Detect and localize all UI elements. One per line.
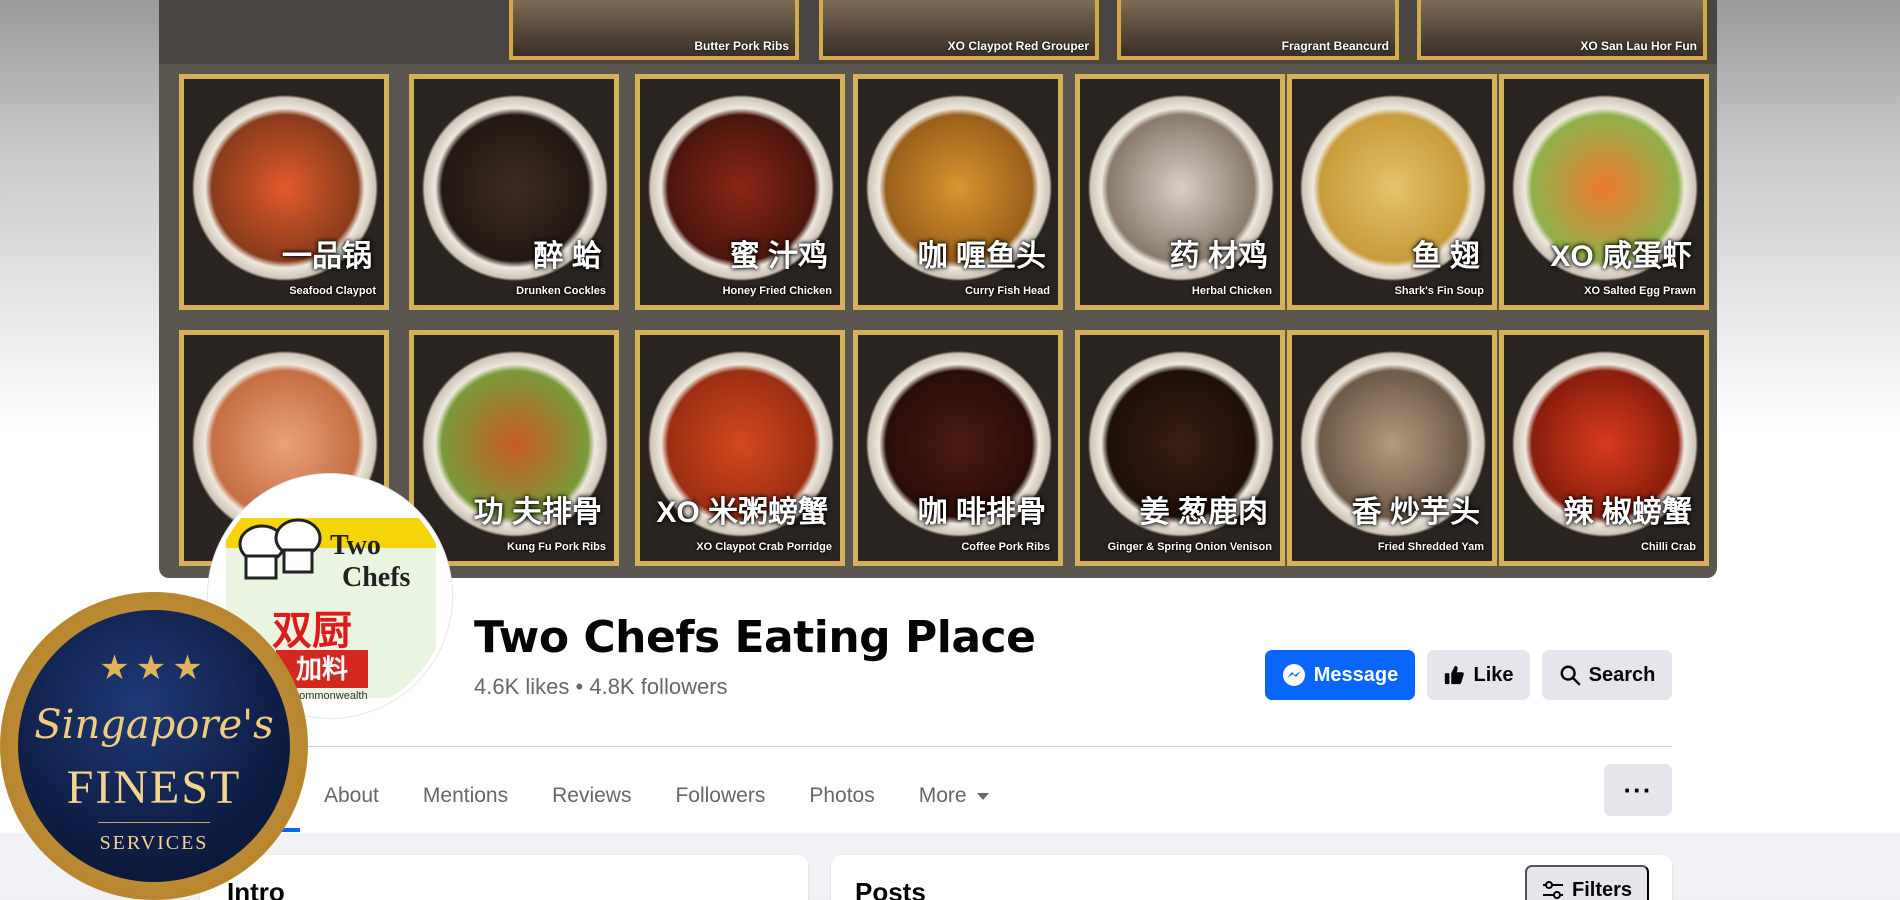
page-title: Two Chefs Eating Place <box>474 612 1036 663</box>
tab-followers[interactable]: Followers <box>653 760 787 832</box>
menu-strip-tile: Butter Pork Ribs <box>509 0 799 60</box>
dish-english-name: XO Claypot Crab Porridge <box>696 541 832 553</box>
stats-separator: • <box>575 674 584 699</box>
page-stats: 4.6K likes • 4.8K followers <box>474 674 728 700</box>
menu-strip-tile: Fragrant Beancurd <box>1117 0 1399 60</box>
chef-hat-icon <box>238 518 322 580</box>
message-button-label: Message <box>1313 663 1399 686</box>
thumbs-up-icon <box>1445 665 1465 685</box>
like-button-label: Like <box>1473 663 1514 686</box>
dish-tile: XO 咸蛋虾 XO Salted Egg Prawn <box>1499 74 1709 310</box>
dish-english-name: Coffee Pork Ribs <box>961 541 1050 553</box>
filters-label: Filters <box>1571 878 1633 900</box>
dish-tile: 功 夫排骨 Kung Fu Pork Ribs <box>409 330 619 566</box>
dish-english-name: Kung Fu Pork Ribs <box>507 541 606 553</box>
header-divider <box>300 746 1672 747</box>
dish-english-name: Honey Fried Chicken <box>722 285 832 297</box>
dish-tile: XO 米粥螃蟹 XO Claypot Crab Porridge <box>635 330 845 566</box>
tab-mentions[interactable]: Mentions <box>401 760 530 832</box>
dish-tile: 咖 啡排骨 Coffee Pork Ribs <box>853 330 1063 566</box>
search-button[interactable]: Search <box>1542 650 1672 700</box>
messenger-icon <box>1282 664 1305 686</box>
tab-about[interactable]: About <box>302 760 401 832</box>
search-button-label: Search <box>1588 663 1656 686</box>
followers-count[interactable]: 4.8K followers <box>589 674 727 699</box>
dish-english-name: Herbal Chicken <box>1191 285 1272 297</box>
dish-chinese-name: XO 米粥螃蟹 <box>656 496 828 529</box>
dish-english-name: Seafood Claypot <box>289 285 376 297</box>
intro-title: Intro <box>227 877 285 900</box>
menu-top-strip: Butter Pork Ribs XO Claypot Red Grouper … <box>159 0 1717 64</box>
dish-tile: 咖 喱鱼头 Curry Fish Head <box>853 74 1063 310</box>
logo-wordmark: Two Chefs <box>330 530 410 594</box>
dish-chinese-name: 咖 啡排骨 <box>917 496 1046 529</box>
intro-card: Intro <box>200 855 808 900</box>
dish-chinese-name: 香 炒芋头 <box>1351 496 1480 529</box>
badge-finest-text: FINEST <box>66 761 242 814</box>
dish-english-name: Fried Shredded Yam <box>1377 541 1484 553</box>
tab-photos[interactable]: Photos <box>787 760 896 832</box>
menu-strip-tile: XO San Lau Hor Fun <box>1417 0 1707 60</box>
badge-inner: ★★★ Singapore's FINEST SERVICES <box>18 610 290 882</box>
singapores-finest-badge: ★★★ Singapore's FINEST SERVICES <box>0 592 308 900</box>
tab-more-label: More <box>918 784 967 807</box>
badge-script-text: Singapore's <box>34 702 274 748</box>
dish-chinese-name: 药 材鸡 <box>1169 240 1268 273</box>
dish-chinese-name: 蜜 汁鸡 <box>729 240 828 273</box>
page-tabs: About Mentions Reviews Followers Photos … <box>302 760 1011 832</box>
dish-tile: 醉 蛤 Drunken Cockles <box>409 74 619 310</box>
like-button[interactable]: Like <box>1427 650 1530 700</box>
dish-english-name: Shark's Fin Soup <box>1394 285 1484 297</box>
dish-english-name: Drunken Cockles <box>516 285 606 297</box>
dish-english-name: XO Salted Egg Prawn <box>1584 285 1696 297</box>
dish-tile: 香 炒芋头 Fried Shredded Yam <box>1287 330 1497 566</box>
dish-tile: 蜜 汁鸡 Honey Fried Chicken <box>635 74 845 310</box>
menu-strip-label: XO San Lau Hor Fun <box>1580 39 1697 53</box>
caret-down-icon <box>976 792 989 800</box>
dish-chinese-name: 醉 蛤 <box>533 240 602 273</box>
logo-word-two: Two <box>330 530 381 561</box>
dish-chinese-name: 咖 喱鱼头 <box>917 240 1046 273</box>
badge-services-text: SERVICES <box>99 832 209 854</box>
filters-button[interactable]: Filters <box>1525 865 1649 900</box>
dish-chinese-name: 一品锅 <box>282 240 372 273</box>
menu-strip-tile: XO Claypot Red Grouper <box>819 0 1099 60</box>
more-options-button[interactable]: ··· <box>1604 764 1672 816</box>
dish-chinese-name: 功 夫排骨 <box>473 496 602 529</box>
dish-tile: 姜 葱鹿肉 Ginger & Spring Onion Venison <box>1075 330 1285 566</box>
menu-strip-label: Butter Pork Ribs <box>694 39 789 53</box>
tab-more[interactable]: More <box>897 760 1011 832</box>
menu-strip-label: Fragrant Beancurd <box>1281 39 1389 53</box>
dish-chinese-name: 辣 椒螃蟹 <box>1563 496 1692 529</box>
badge-stars: ★★★ <box>99 649 209 687</box>
search-icon <box>1560 665 1580 686</box>
dish-tile: 鱼 翅 Shark's Fin Soup <box>1287 74 1497 310</box>
menu-strip-label: XO Claypot Red Grouper <box>947 39 1089 53</box>
dish-chinese-name: XO 咸蛋虾 <box>1550 240 1692 273</box>
dish-tile: 一品锅 Seafood Claypot <box>179 74 389 310</box>
filters-icon <box>1542 881 1563 899</box>
dish-chinese-name: 姜 葱鹿肉 <box>1139 496 1268 529</box>
dish-english-name: Curry Fish Head <box>965 285 1050 297</box>
posts-title: Posts <box>855 877 926 900</box>
dish-english-name: Ginger & Spring Onion Venison <box>1107 541 1272 553</box>
message-button[interactable]: Message <box>1265 650 1415 700</box>
dish-english-name: Chilli Crab <box>1640 541 1696 553</box>
dish-tile: 辣 椒螃蟹 Chilli Crab <box>1499 330 1709 566</box>
dish-tile: 药 材鸡 Herbal Chicken <box>1075 74 1285 310</box>
dish-chinese-name: 鱼 翅 <box>1411 240 1480 273</box>
badge-divider <box>98 822 210 823</box>
logo-word-chefs: Chefs <box>342 562 411 593</box>
likes-count[interactable]: 4.6K likes <box>474 674 569 699</box>
tab-reviews[interactable]: Reviews <box>530 760 653 832</box>
